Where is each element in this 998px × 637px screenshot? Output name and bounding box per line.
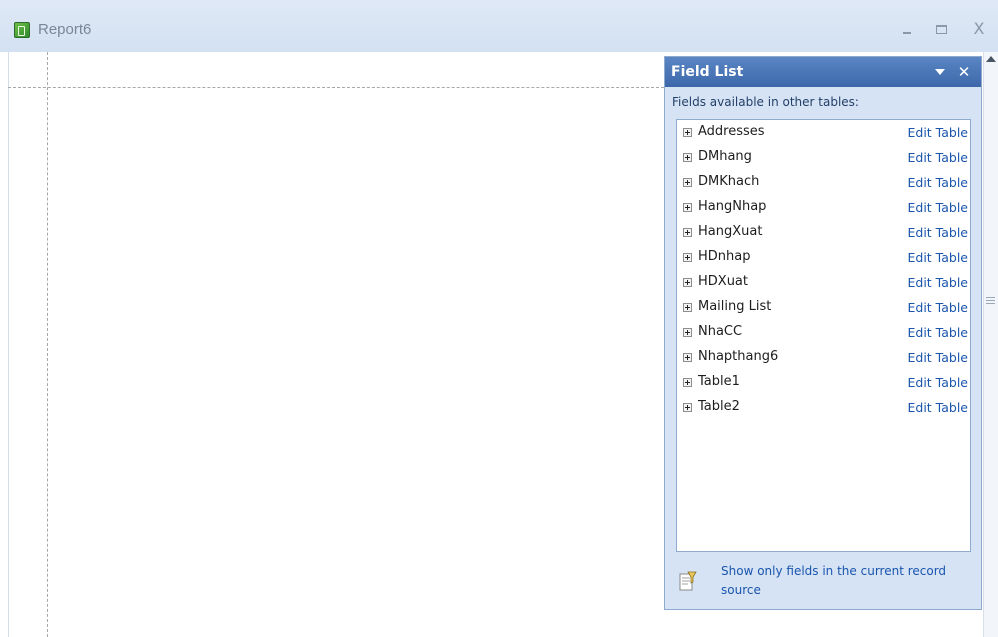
vertical-scrollbar[interactable] bbox=[983, 52, 998, 637]
expand-icon[interactable] bbox=[683, 128, 692, 137]
edit-table-link[interactable]: Edit Table bbox=[907, 125, 968, 140]
horizontal-section-guide bbox=[8, 87, 664, 88]
expand-icon[interactable] bbox=[683, 278, 692, 287]
edit-table-link[interactable]: Edit Table bbox=[907, 375, 968, 390]
maximize-button[interactable] bbox=[930, 18, 952, 40]
table-name: HangNhap bbox=[698, 199, 767, 214]
table-row[interactable]: DMhang Edit Table bbox=[677, 147, 970, 171]
expand-icon[interactable] bbox=[683, 303, 692, 312]
expand-icon[interactable] bbox=[683, 153, 692, 162]
table-row[interactable]: Addresses Edit Table bbox=[677, 122, 970, 146]
edit-table-link[interactable]: Edit Table bbox=[907, 225, 968, 240]
window-title: Report6 bbox=[38, 21, 92, 38]
pane-options-dropdown-icon[interactable] bbox=[935, 69, 945, 75]
expand-icon[interactable] bbox=[683, 378, 692, 387]
report-icon bbox=[14, 22, 30, 38]
minimize-button[interactable] bbox=[896, 18, 918, 40]
table-row[interactable]: NhaCC Edit Table bbox=[677, 322, 970, 346]
table-name: HDnhap bbox=[698, 249, 751, 264]
scrollbar-grip-icon[interactable] bbox=[986, 297, 995, 304]
table-row[interactable]: Table1 Edit Table bbox=[677, 372, 970, 396]
expand-icon[interactable] bbox=[683, 178, 692, 187]
table-name: Table2 bbox=[698, 399, 740, 414]
table-row[interactable]: Nhapthang6 Edit Table bbox=[677, 347, 970, 371]
table-row[interactable]: Mailing List Edit Table bbox=[677, 297, 970, 321]
table-name: NhaCC bbox=[698, 324, 743, 339]
close-window-button[interactable]: X bbox=[968, 18, 990, 40]
expand-icon[interactable] bbox=[683, 328, 692, 337]
table-name: Mailing List bbox=[698, 299, 772, 314]
table-name: Addresses bbox=[698, 124, 765, 139]
field-list-pane: Field List ✕ Fields available in other t… bbox=[664, 56, 982, 610]
edit-table-link[interactable]: Edit Table bbox=[907, 400, 968, 415]
expand-icon[interactable] bbox=[683, 353, 692, 362]
table-row[interactable]: Table2 Edit Table bbox=[677, 397, 970, 421]
field-list-box: Addresses Edit Table DMhang Edit Table D… bbox=[676, 119, 971, 552]
vertical-margin-guide bbox=[47, 52, 48, 637]
table-name: DMhang bbox=[698, 149, 752, 164]
table-name: HangXuat bbox=[698, 224, 763, 239]
table-name: DMKhach bbox=[698, 174, 760, 189]
table-row[interactable]: HDXuat Edit Table bbox=[677, 272, 970, 296]
window-title-bar: Report6 X bbox=[0, 0, 998, 52]
expand-icon[interactable] bbox=[683, 203, 692, 212]
table-name: Nhapthang6 bbox=[698, 349, 779, 364]
expand-icon[interactable] bbox=[683, 403, 692, 412]
edit-table-link[interactable]: Edit Table bbox=[907, 350, 968, 365]
table-row[interactable]: HDnhap Edit Table bbox=[677, 247, 970, 271]
table-name: Table1 bbox=[698, 374, 740, 389]
edit-table-link[interactable]: Edit Table bbox=[907, 200, 968, 215]
table-row[interactable]: DMKhach Edit Table bbox=[677, 172, 970, 196]
table-row[interactable]: HangNhap Edit Table bbox=[677, 197, 970, 221]
expand-icon[interactable] bbox=[683, 228, 692, 237]
fields-available-label: Fields available in other tables: bbox=[672, 95, 859, 109]
edit-table-link[interactable]: Edit Table bbox=[907, 175, 968, 190]
table-name: HDXuat bbox=[698, 274, 748, 289]
edit-table-link[interactable]: Edit Table bbox=[907, 300, 968, 315]
filter-list-icon[interactable] bbox=[679, 570, 697, 592]
edit-table-link[interactable]: Edit Table bbox=[907, 250, 968, 265]
field-list-header: Field List ✕ bbox=[665, 57, 981, 87]
edit-table-link[interactable]: Edit Table bbox=[907, 325, 968, 340]
show-only-current-fields-link[interactable]: Show only fields in the current record s… bbox=[721, 562, 971, 600]
table-row[interactable]: HangXuat Edit Table bbox=[677, 222, 970, 246]
scroll-up-arrow-icon[interactable] bbox=[986, 56, 996, 62]
expand-icon[interactable] bbox=[683, 253, 692, 262]
edit-table-link[interactable]: Edit Table bbox=[907, 150, 968, 165]
close-pane-button[interactable]: ✕ bbox=[955, 62, 973, 82]
edit-table-link[interactable]: Edit Table bbox=[907, 275, 968, 290]
field-list-title: Field List bbox=[671, 64, 744, 80]
